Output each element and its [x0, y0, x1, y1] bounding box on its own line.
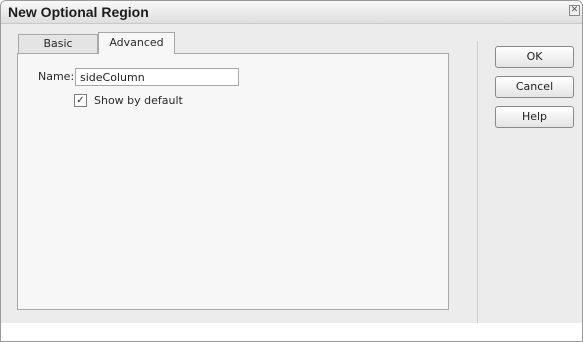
ok-button[interactable]: OK	[495, 46, 574, 68]
check-icon: ✓	[76, 95, 85, 106]
dialog-title: New Optional Region	[8, 4, 149, 20]
tab-basic[interactable]: Basic	[18, 34, 98, 53]
dialog-window: New Optional Region ✕ Basic Advanced Nam…	[0, 0, 583, 342]
cancel-button[interactable]: Cancel	[495, 76, 574, 98]
title-bar[interactable]: New Optional Region ✕	[1, 1, 582, 24]
name-label: Name:	[38, 70, 75, 83]
tab-panel: Name: ✓ Show by default	[17, 53, 449, 310]
help-button[interactable]: Help	[495, 106, 574, 128]
close-button[interactable]: ✕	[569, 5, 580, 16]
close-icon: ✕	[570, 5, 579, 15]
name-input[interactable]	[75, 68, 239, 86]
bottom-margin	[1, 323, 582, 341]
show-by-default-label[interactable]: Show by default	[94, 94, 183, 107]
tab-advanced[interactable]: Advanced	[98, 32, 175, 54]
show-by-default-checkbox[interactable]: ✓	[74, 94, 87, 107]
button-column-divider	[477, 41, 478, 323]
